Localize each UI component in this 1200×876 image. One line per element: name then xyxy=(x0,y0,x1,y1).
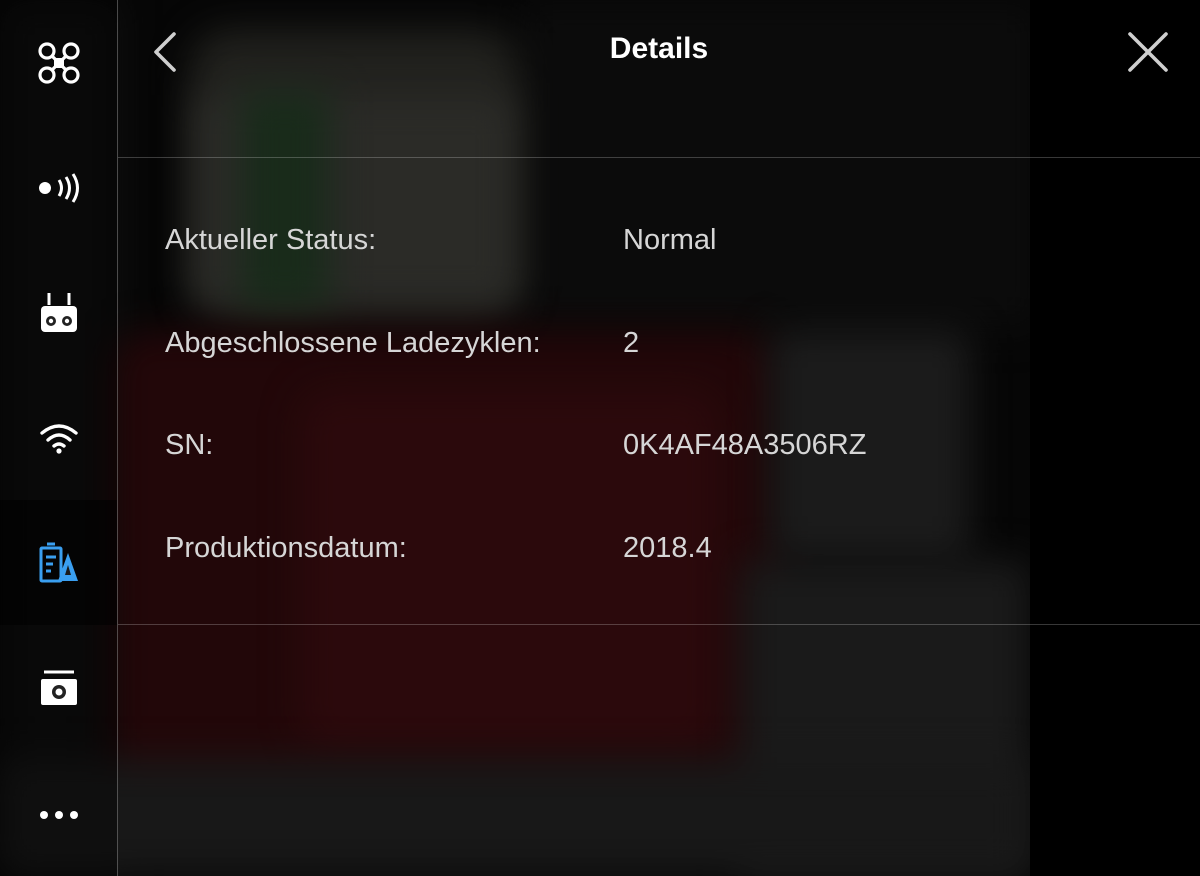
chevron-left-icon xyxy=(150,32,182,78)
sidebar-item-more[interactable] xyxy=(0,752,117,876)
sidebar-item-transmission[interactable] xyxy=(0,375,117,500)
camera-icon xyxy=(39,669,79,707)
back-button[interactable] xyxy=(150,30,182,74)
page-title: Details xyxy=(609,32,709,65)
drone-icon xyxy=(37,41,81,85)
detail-value: 2018.4 xyxy=(623,532,712,564)
sidebar-item-aircraft[interactable] xyxy=(0,0,117,125)
close-icon xyxy=(1126,32,1170,78)
detail-label: Abgeschlossene Ladezyklen: xyxy=(165,327,541,359)
detail-value: 0K4AF48A3506RZ xyxy=(623,429,867,461)
more-icon xyxy=(39,810,79,820)
sidebar-item-camera[interactable] xyxy=(0,625,117,750)
details-divider xyxy=(118,624,1200,625)
detail-value: 2 xyxy=(623,327,640,359)
battery-details-screen: Details Aktueller Status: Normal Abgesch… xyxy=(0,0,1200,876)
remote-controller-icon xyxy=(39,291,79,335)
sidebar-item-battery[interactable] xyxy=(0,500,117,625)
sidebar-item-sensors[interactable] xyxy=(0,125,117,250)
detail-label: Aktueller Status: xyxy=(165,224,377,256)
close-button[interactable] xyxy=(1126,30,1170,74)
wifi-icon xyxy=(39,422,79,454)
detail-value: Normal xyxy=(623,224,717,256)
battery-icon xyxy=(37,541,81,585)
sidebar-item-remote-controller[interactable] xyxy=(0,250,117,375)
settings-sidebar xyxy=(0,0,118,876)
header-divider xyxy=(118,157,1200,158)
signal-icon xyxy=(37,172,81,203)
header: Details xyxy=(118,0,1200,157)
detail-label: Produktionsdatum: xyxy=(165,532,407,564)
detail-label: SN: xyxy=(165,429,214,461)
